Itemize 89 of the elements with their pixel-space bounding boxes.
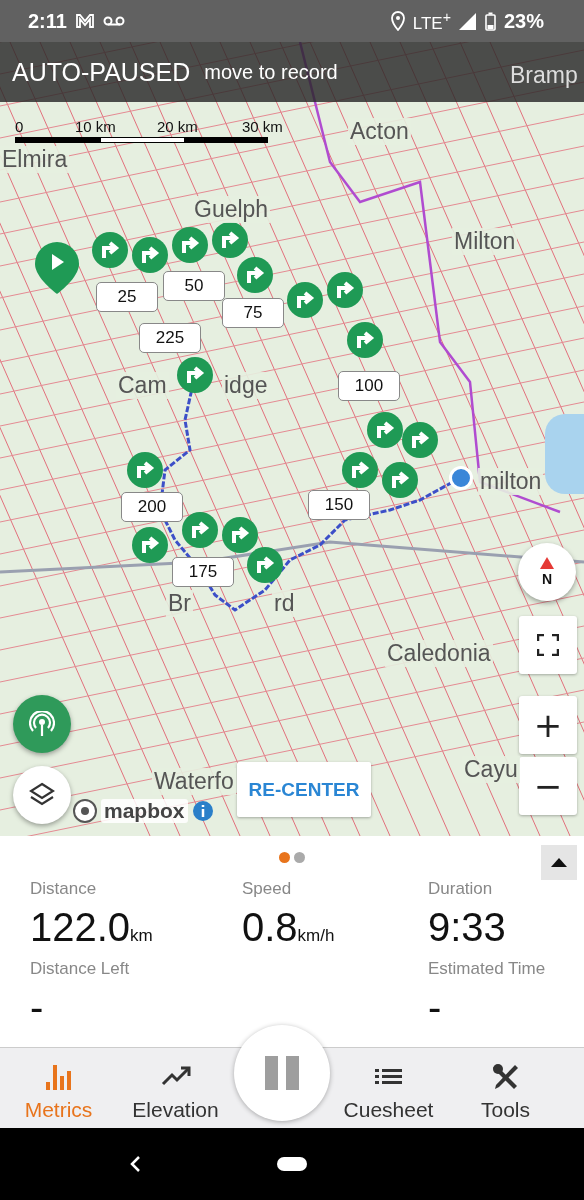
metric-value: - xyxy=(428,985,442,1030)
place-label: Cam xyxy=(116,372,169,399)
metric-value: 0.8 xyxy=(242,905,298,950)
metric-unit: km xyxy=(130,926,153,946)
metric-value: 122.0 xyxy=(30,905,131,950)
metric-label: Distance Left xyxy=(30,959,131,979)
place-label: Caledonia xyxy=(385,640,493,667)
banner-title: AUTO-PAUSED xyxy=(12,57,191,87)
distance-label: 225 xyxy=(139,323,201,353)
pause-button[interactable] xyxy=(234,1025,330,1121)
info-icon xyxy=(190,799,215,823)
recenter-button[interactable]: RE-CENTER xyxy=(237,762,371,817)
turn-marker[interactable] xyxy=(347,322,383,358)
page-indicator-dot[interactable] xyxy=(279,852,290,863)
banner-subtitle: move to record xyxy=(204,60,338,84)
place-label: Br xyxy=(166,590,193,617)
zoom-out-button[interactable]: − xyxy=(519,757,577,815)
back-chevron-icon xyxy=(129,1155,141,1173)
turn-marker[interactable] xyxy=(177,357,213,393)
signal-icon xyxy=(458,12,477,30)
metric-value: 9:33 xyxy=(428,905,506,950)
turn-marker[interactable] xyxy=(212,222,248,258)
turn-marker[interactable] xyxy=(127,452,163,488)
layers-icon xyxy=(29,782,55,808)
tab-button[interactable]: Cuesheet xyxy=(330,1052,447,1128)
network-type: LTE$^{+}$ xyxy=(412,8,451,34)
distance-label: 100 xyxy=(338,371,400,401)
voicemail-icon xyxy=(102,15,125,27)
place-label: rd xyxy=(272,590,297,617)
location-pin-icon xyxy=(390,11,405,31)
metric-label: Estimated Time xyxy=(428,959,547,979)
turn-marker[interactable] xyxy=(367,412,403,448)
turn-marker[interactable] xyxy=(172,227,208,263)
distance-label: 175 xyxy=(172,557,234,587)
turn-marker[interactable] xyxy=(327,272,363,308)
place-label: Cayu xyxy=(462,756,520,783)
turn-marker[interactable] xyxy=(237,257,273,293)
place-label: Waterfo xyxy=(152,768,236,795)
metric-label: Distance xyxy=(30,879,98,899)
tab-button[interactable]: Elevation xyxy=(117,1052,234,1128)
fullscreen-icon xyxy=(537,634,559,656)
home-button[interactable] xyxy=(277,1157,307,1171)
page-indicator-dot[interactable] xyxy=(294,852,305,863)
tab-button[interactable]: Tools xyxy=(447,1052,564,1128)
metric-unit: km/h xyxy=(297,926,335,946)
metric-label: Duration xyxy=(428,879,494,899)
battery-icon xyxy=(484,11,496,31)
turn-marker[interactable] xyxy=(132,527,168,563)
mail-icon xyxy=(74,13,95,29)
turn-marker[interactable] xyxy=(402,422,438,458)
distance-label: 200 xyxy=(121,492,183,522)
start-marker[interactable] xyxy=(35,242,79,294)
turn-marker[interactable] xyxy=(247,547,283,583)
place-label: Elmira xyxy=(0,146,70,173)
turn-marker[interactable] xyxy=(382,462,418,498)
scale-label: 10 km xyxy=(75,118,116,135)
metric-value: - xyxy=(30,985,44,1030)
mapbox-wordmark: mapbox xyxy=(101,799,188,823)
scale-label: 20 km xyxy=(157,118,198,135)
turn-marker[interactable] xyxy=(287,282,323,318)
north-arrow-icon xyxy=(540,557,554,569)
pause-icon xyxy=(265,1056,299,1090)
distance-label: 75 xyxy=(222,298,284,328)
battery-percent: 23% xyxy=(503,9,544,33)
place-label: Bramp xyxy=(509,62,579,89)
distance-label: 25 xyxy=(96,282,158,312)
metric-label: Speed xyxy=(242,879,293,899)
collapse-button[interactable] xyxy=(541,845,577,880)
scale-label: 30 km xyxy=(242,118,283,135)
fullscreen-button[interactable] xyxy=(519,616,577,674)
place-label: milton xyxy=(478,468,544,495)
place-label: idge xyxy=(222,372,270,399)
turn-marker[interactable] xyxy=(132,237,168,273)
turn-marker[interactable] xyxy=(182,512,218,548)
place-label: Milton xyxy=(452,228,518,255)
scale-label: 0 xyxy=(15,118,24,135)
distance-label: 150 xyxy=(308,490,370,520)
distance-label: 50 xyxy=(163,271,225,301)
turn-marker[interactable] xyxy=(92,232,128,268)
bar-chart-icon xyxy=(43,1062,74,1092)
turn-marker[interactable] xyxy=(342,452,378,488)
place-label: Guelph xyxy=(192,196,271,223)
tools-icon xyxy=(490,1062,521,1092)
place-label: Acton xyxy=(348,118,411,145)
broadcast-icon xyxy=(29,711,55,737)
zoom-in-button[interactable]: + xyxy=(519,696,577,754)
caret-up-icon xyxy=(551,858,567,867)
clock-time: 2:11 xyxy=(28,9,67,33)
turn-marker[interactable] xyxy=(222,517,258,553)
